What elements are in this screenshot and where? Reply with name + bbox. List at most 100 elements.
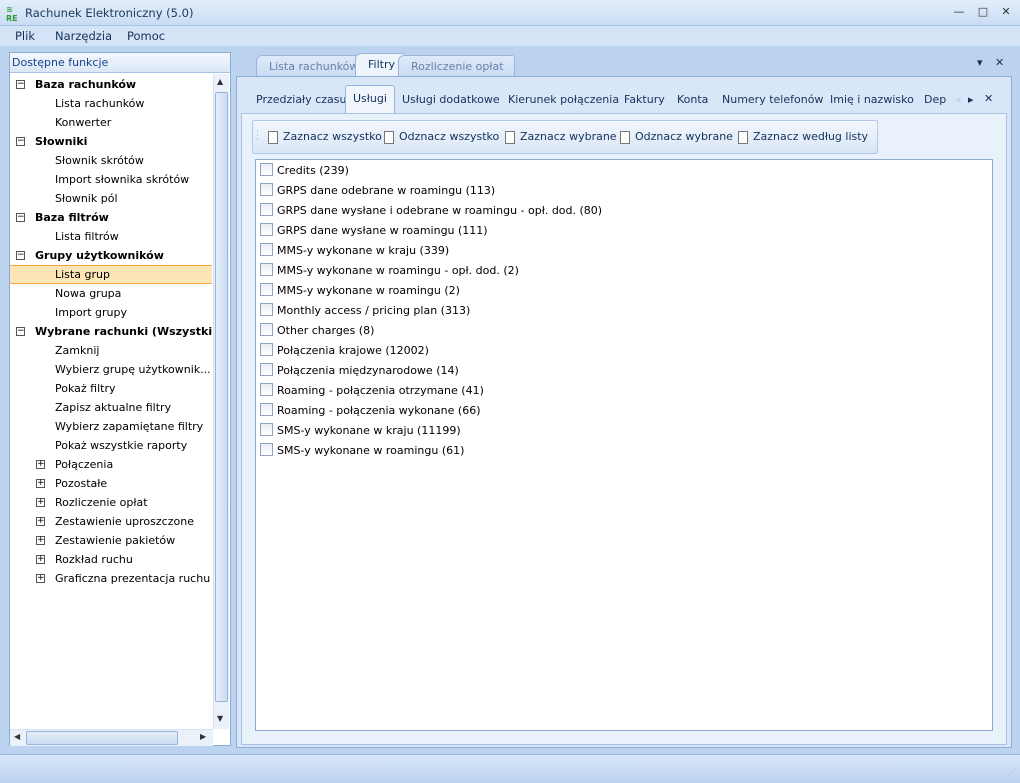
- expand-icon[interactable]: +: [36, 574, 45, 583]
- service-item[interactable]: Monthly access / pricing plan (313): [260, 301, 470, 321]
- menu-plik[interactable]: Plik: [15, 29, 35, 43]
- expand-icon[interactable]: +: [36, 517, 45, 526]
- vertical-scrollbar[interactable]: ▲ ▼: [213, 74, 229, 729]
- service-item[interactable]: GRPS dane wysłane w roamingu (111): [260, 221, 488, 241]
- checkbox[interactable]: [260, 283, 273, 296]
- minimize-button[interactable]: —: [951, 5, 967, 19]
- checkbox[interactable]: [260, 443, 273, 456]
- checkbox[interactable]: [260, 403, 273, 416]
- tree-item[interactable]: − Wybrane rachunki (Wszystkie...: [10, 322, 212, 341]
- close-filter-tab-icon[interactable]: ✕: [984, 92, 993, 105]
- collapse-icon[interactable]: −: [16, 137, 25, 146]
- service-item[interactable]: SMS-y wykonane w kraju (11199): [260, 421, 461, 441]
- expand-icon[interactable]: +: [36, 555, 45, 564]
- tree-item[interactable]: Lista filtrów: [10, 227, 212, 246]
- tree-item[interactable]: + Graficzna prezentacja ruchu: [10, 569, 212, 588]
- horizontal-scrollbar[interactable]: ◀ ▶: [10, 729, 213, 746]
- collapse-icon[interactable]: −: [16, 213, 25, 222]
- tree-item[interactable]: Pokaż filtry: [10, 379, 212, 398]
- tree-item[interactable]: + Zestawienie pakietów: [10, 531, 212, 550]
- tree-item[interactable]: + Pozostałe: [10, 474, 212, 493]
- tree-item[interactable]: − Baza filtrów: [10, 208, 212, 227]
- close-doc-icon[interactable]: ✕: [995, 56, 1004, 69]
- scroll-up-icon[interactable]: ▲: [217, 77, 223, 86]
- tree-item[interactable]: Zapisz aktualne filtry: [10, 398, 212, 417]
- tree-item[interactable]: Wybierz grupę użytkownik...: [10, 360, 212, 379]
- service-item[interactable]: MMS-y wykonane w roamingu - opł. dod. (2…: [260, 261, 519, 281]
- tab-kierunek-polaczenia[interactable]: Kierunek połączenia: [501, 87, 626, 113]
- tab-uslugi[interactable]: Usługi: [345, 85, 395, 113]
- checkbox[interactable]: [260, 243, 273, 256]
- select-chosen-button[interactable]: Zaznacz wybrane: [503, 130, 617, 146]
- service-item[interactable]: Roaming - połączenia otrzymane (41): [260, 381, 484, 401]
- tab-prev-icon[interactable]: ◂: [955, 93, 961, 106]
- deselect-chosen-button[interactable]: Odznacz wybrane: [618, 130, 733, 146]
- tree-item[interactable]: Lista rachunków: [10, 94, 212, 113]
- scroll-thumb[interactable]: [215, 92, 228, 702]
- tab-konta[interactable]: Konta: [670, 87, 715, 113]
- tree-item[interactable]: − Słowniki: [10, 132, 212, 151]
- scroll-left-icon[interactable]: ◀: [14, 732, 20, 741]
- service-item[interactable]: Credits (239): [260, 161, 349, 181]
- collapse-icon[interactable]: −: [16, 327, 25, 336]
- collapse-icon[interactable]: −: [16, 80, 25, 89]
- tree-item[interactable]: Słownik skrótów: [10, 151, 212, 170]
- resize-grip-icon[interactable]: ⋰: [1008, 767, 1016, 776]
- tree-item[interactable]: + Rozliczenie opłat: [10, 493, 212, 512]
- tree-item[interactable]: + Zestawienie uproszczone: [10, 512, 212, 531]
- service-item[interactable]: GRPS dane odebrane w roamingu (113): [260, 181, 495, 201]
- tab-next-icon[interactable]: ▸: [968, 93, 974, 106]
- expand-icon[interactable]: +: [36, 536, 45, 545]
- tree-item[interactable]: + Rozkład ruchu: [10, 550, 212, 569]
- service-item[interactable]: Other charges (8): [260, 321, 374, 341]
- deselect-all-button[interactable]: Odznacz wszystko: [382, 130, 499, 146]
- tree-item[interactable]: − Baza rachunków: [10, 75, 212, 94]
- close-button[interactable]: ✕: [998, 5, 1014, 19]
- service-item[interactable]: GRPS dane wysłane i odebrane w roamingu …: [260, 201, 602, 221]
- menu-pomoc[interactable]: Pomoc: [127, 29, 165, 43]
- expand-icon[interactable]: +: [36, 498, 45, 507]
- tab-dep[interactable]: Dep: [917, 87, 955, 113]
- checkbox[interactable]: [260, 363, 273, 376]
- tree-item[interactable]: Wybierz zapamiętane filtry: [10, 417, 212, 436]
- checkbox[interactable]: [260, 383, 273, 396]
- tree-item[interactable]: Konwerter: [10, 113, 212, 132]
- toolbar-grip[interactable]: · · ·: [256, 128, 259, 145]
- expand-icon[interactable]: +: [36, 479, 45, 488]
- collapse-icon[interactable]: −: [16, 251, 25, 260]
- doc-tab-lista-rachunkow[interactable]: Lista rachunków: [256, 55, 370, 76]
- expand-icon[interactable]: +: [36, 460, 45, 469]
- tab-dropdown-icon[interactable]: ▾: [977, 56, 983, 69]
- scroll-down-icon[interactable]: ▼: [217, 714, 223, 723]
- doc-tab-rozliczenie-oplat[interactable]: Rozliczenie opłat: [398, 55, 515, 76]
- checkbox[interactable]: [260, 223, 273, 236]
- menu-narzedzia[interactable]: Narzędzia: [55, 29, 112, 43]
- tab-faktury[interactable]: Faktury: [617, 87, 672, 113]
- checkbox[interactable]: [260, 183, 273, 196]
- tree-item[interactable]: Pokaż wszystkie raporty: [10, 436, 212, 455]
- checkbox[interactable]: [260, 343, 273, 356]
- checkbox[interactable]: [260, 323, 273, 336]
- tab-uslugi-dodatkowe[interactable]: Usługi dodatkowe: [395, 87, 507, 113]
- tree-item[interactable]: − Grupy użytkowników: [10, 246, 212, 265]
- tree-item[interactable]: + Połączenia: [10, 455, 212, 474]
- service-item[interactable]: Połączenia krajowe (12002): [260, 341, 429, 361]
- service-item[interactable]: Roaming - połączenia wykonane (66): [260, 401, 480, 421]
- maximize-button[interactable]: □: [975, 5, 991, 19]
- tree-item[interactable]: Zamknij: [10, 341, 212, 360]
- checkbox[interactable]: [260, 303, 273, 316]
- tab-imie-i-nazwisko[interactable]: Imię i nazwisko: [823, 87, 921, 113]
- service-item[interactable]: MMS-y wykonane w kraju (339): [260, 241, 449, 261]
- service-item[interactable]: SMS-y wykonane w roamingu (61): [260, 441, 464, 461]
- checkbox[interactable]: [260, 163, 273, 176]
- scroll-right-icon[interactable]: ▶: [200, 732, 206, 741]
- service-item[interactable]: MMS-y wykonane w roamingu (2): [260, 281, 460, 301]
- tab-numery-telefonow[interactable]: Numery telefonów: [715, 87, 830, 113]
- tree-item[interactable]: Słownik pól: [10, 189, 212, 208]
- tree-item[interactable]: Lista grup: [10, 265, 212, 284]
- service-item[interactable]: Połączenia międzynarodowe (14): [260, 361, 459, 381]
- tree-item[interactable]: Import słownika skrótów: [10, 170, 212, 189]
- hscroll-thumb[interactable]: [26, 731, 178, 745]
- select-all-button[interactable]: Zaznacz wszystko: [266, 130, 382, 146]
- checkbox[interactable]: [260, 263, 273, 276]
